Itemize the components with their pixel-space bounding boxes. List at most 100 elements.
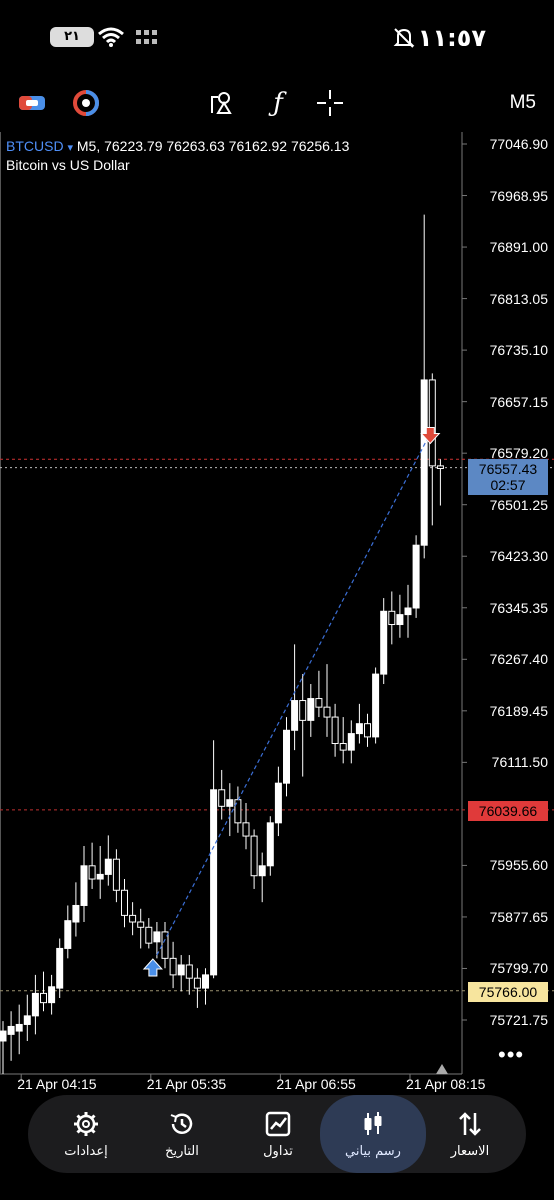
function-icon: ƒ: [273, 88, 283, 118]
trade-chart-icon: [265, 1111, 291, 1136]
candle-up: [274, 782, 282, 824]
y-tick-label: 75721.75: [489, 1012, 548, 1028]
candle-down: [315, 698, 323, 708]
y-tick-label: 76735.10: [489, 342, 548, 359]
x-tick-label: 21 Apr 06:55: [276, 1076, 356, 1092]
candle-down: [88, 865, 96, 880]
nav-chart[interactable]: رسم بياني: [320, 1095, 426, 1173]
nav-settings-label: إعدادات: [64, 1143, 108, 1159]
status-time: ١١:٥٧: [417, 24, 486, 52]
signal-icon: [136, 30, 157, 44]
candle-up: [48, 986, 56, 1004]
candle-down: [185, 964, 193, 979]
candle-up: [372, 673, 380, 738]
candle-up: [420, 379, 428, 546]
y-tick-label: 76657.15: [489, 393, 548, 410]
candle-down: [436, 465, 444, 470]
candle-down: [218, 789, 226, 807]
y-tick-label: 76111.50: [491, 754, 548, 771]
candle-up: [202, 974, 209, 989]
objects-button[interactable]: [202, 80, 242, 126]
nav-trade-label: تداول: [263, 1143, 293, 1159]
autoscroll-icon: [436, 1064, 448, 1074]
candle-up: [153, 931, 161, 943]
nav-quotes[interactable]: الاسعار: [422, 1095, 518, 1173]
candle-down: [145, 926, 153, 944]
nav-history-label: التاريخ: [165, 1143, 199, 1159]
candle-down: [428, 379, 436, 467]
candle-down: [137, 921, 145, 928]
candle-up: [31, 992, 39, 1017]
y-tick-label: 75877.65: [489, 908, 548, 925]
gear-icon: [74, 1111, 98, 1136]
candle-up: [80, 865, 88, 906]
candle-up: [412, 544, 420, 609]
candle-up: [96, 873, 104, 880]
one-click-trading-button[interactable]: [12, 80, 52, 126]
y-tick-label: 76189.45: [489, 702, 548, 719]
candle-up: [7, 1025, 15, 1035]
crosshair-icon: [317, 90, 343, 116]
y-tick-label: 76813.05: [489, 290, 548, 307]
candle-up: [307, 698, 315, 721]
nav-history[interactable]: التاريخ: [134, 1095, 230, 1173]
y-tick-label: 76501.25: [489, 496, 548, 513]
x-tick-label: 21 Apr 05:35: [146, 1076, 227, 1092]
y-tick-label: 76267.40: [489, 651, 548, 668]
bell-muted-icon: [393, 28, 415, 48]
chart-timeframe: M5: [76, 138, 97, 154]
candle-down: [169, 957, 177, 976]
candle-down: [364, 723, 371, 738]
candle-up: [72, 904, 80, 923]
candle-countdown: 02:57: [490, 477, 526, 493]
candle-up: [266, 822, 274, 867]
candles-icon: [364, 1111, 382, 1135]
trade-connector-line: [156, 429, 433, 956]
ohlc-values: 76223.79 76263.63 76162.92 76256.13: [104, 138, 350, 154]
candle-up: [347, 733, 355, 751]
chart-toolbar: ƒ: [0, 80, 554, 130]
candle-up: [380, 610, 388, 675]
nav-settings[interactable]: إعدادات: [38, 1095, 134, 1173]
candle-down: [234, 799, 242, 824]
symbol-name[interactable]: BTCUSD: [6, 138, 64, 154]
y-tick-label: 76891.00: [489, 239, 548, 256]
x-tick-label: 21 Apr 04:15: [17, 1076, 97, 1092]
candle-down: [112, 858, 120, 891]
market-hours-button[interactable]: [66, 80, 106, 126]
clock-icon: [73, 90, 99, 116]
candle-up: [283, 729, 290, 784]
status-bar: ٢١ ١١:٥٧: [0, 0, 554, 76]
candle-down: [323, 706, 331, 718]
more-options-icon[interactable]: •••: [498, 1042, 524, 1068]
symbol-dropdown-icon[interactable]: ▾: [67, 142, 73, 154]
candle-down: [40, 992, 47, 1004]
shapes-icon: [211, 92, 232, 114]
candle-down: [250, 835, 258, 877]
history-icon: [170, 1112, 193, 1134]
chart-header: BTCUSD ▾ M5, 76223.79 76263.63 76162.92 …: [6, 138, 350, 154]
red-level-tag: 76039.66: [468, 801, 548, 821]
candle-up: [396, 614, 404, 626]
candle-up: [210, 789, 218, 976]
candle-up: [104, 858, 112, 875]
indicators-button[interactable]: ƒ: [258, 80, 298, 126]
candle-up: [226, 799, 234, 807]
y-tick-label: 76423.30: [489, 548, 548, 565]
nav-trade[interactable]: تداول: [230, 1095, 326, 1173]
timeframe-selector[interactable]: M5: [510, 92, 536, 114]
y-tick-label: 75799.70: [489, 960, 548, 977]
crosshair-button[interactable]: [310, 80, 350, 126]
candle-up: [291, 700, 299, 731]
candle-up: [0, 1030, 7, 1042]
current-price-tag: 76557.43 02:57: [468, 459, 548, 495]
wifi-icon: [98, 27, 124, 47]
symbol-description: Bitcoin vs US Dollar: [6, 157, 130, 173]
quotes-arrows-icon: [459, 1111, 481, 1136]
candle-up: [56, 947, 64, 989]
candlestick-chart[interactable]: [0, 132, 554, 1094]
candle-down: [121, 889, 128, 916]
y-tick-label: 76345.35: [489, 599, 548, 616]
battery-icon: ٢١: [50, 27, 94, 47]
candle-up: [404, 607, 412, 616]
